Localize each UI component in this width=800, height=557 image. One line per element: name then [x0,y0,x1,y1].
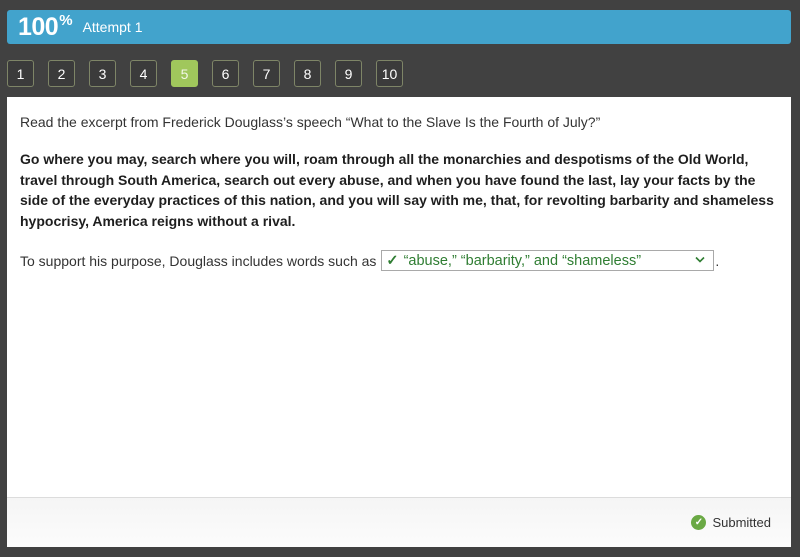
score-header: 100 % Attempt 1 [7,10,791,44]
prompt-text: To support his purpose, Douglass include… [20,252,377,269]
question-button-7[interactable]: 7 [253,60,280,87]
chevron-down-icon [693,252,707,270]
question-button-2[interactable]: 2 [48,60,75,87]
attempt-label: Attempt 1 [82,19,143,35]
check-icon: ✓ [386,252,399,269]
score-percent-sign: % [59,11,73,29]
speech-excerpt: Go where you may, search where you will,… [20,151,774,229]
question-button-5[interactable]: 5 [171,60,198,87]
question-button-4[interactable]: 4 [130,60,157,87]
question-button-10[interactable]: 10 [376,60,403,87]
question-button-8[interactable]: 8 [294,60,321,87]
status-label: Submitted [712,515,771,530]
question-button-6[interactable]: 6 [212,60,239,87]
question-prompt: To support his purpose, Douglass include… [20,250,778,271]
prompt-period: . [715,252,720,269]
dropdown-selected-value: “abuse,” “barbarity,” and “shameless” [403,252,642,269]
panel-footer: ✓ Submitted [7,497,791,547]
submission-status: ✓ Submitted [691,515,771,530]
question-content: Read the excerpt from Frederick Douglass… [7,97,791,271]
question-button-1[interactable]: 1 [7,60,34,87]
question-button-9[interactable]: 9 [335,60,362,87]
check-circle-icon: ✓ [691,515,707,530]
question-navigation: 1 2 3 4 5 6 7 8 9 10 [7,60,417,87]
question-button-3[interactable]: 3 [89,60,116,87]
question-panel: Read the excerpt from Frederick Douglass… [7,97,791,547]
answer-dropdown[interactable]: ✓ “abuse,” “barbarity,” and “shameless” [381,250,715,271]
score-value: 100 [18,12,59,41]
question-intro: Read the excerpt from Frederick Douglass… [20,114,601,130]
